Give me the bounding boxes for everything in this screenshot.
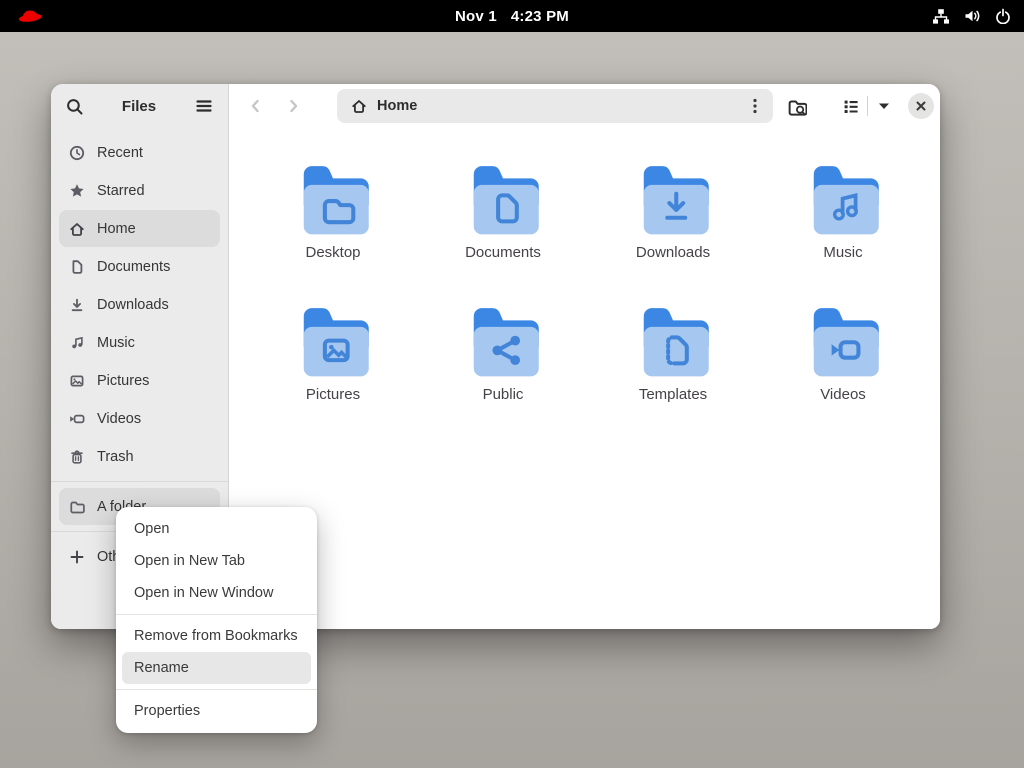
view-toggle-group	[839, 94, 896, 118]
sidebar-item-label: Recent	[97, 145, 143, 161]
folder-name: Pictures	[306, 385, 360, 405]
sidebar-item-documents[interactable]: Documents	[59, 248, 220, 285]
sidebar-item-videos[interactable]: Videos	[59, 400, 220, 437]
sidebar-item-pictures[interactable]: Pictures	[59, 362, 220, 399]
close-window-button[interactable]	[908, 93, 934, 119]
power-icon[interactable]	[994, 7, 1012, 25]
back-button[interactable]	[243, 94, 267, 118]
header-bar: Home	[229, 84, 940, 128]
sidebar-item-label: Downloads	[97, 297, 169, 313]
folder-item-templates[interactable]: Templates	[588, 300, 758, 442]
sidebar-item-trash[interactable]: Trash	[59, 438, 220, 475]
app-title: Files	[83, 98, 195, 115]
view-options-dropdown-button[interactable]	[872, 94, 896, 118]
hamburger-menu-button[interactable]	[195, 97, 213, 115]
folder-name: Desktop	[305, 243, 360, 263]
sidebar-separator	[51, 481, 228, 482]
menu-item-properties[interactable]: Properties	[116, 695, 317, 727]
list-view-button[interactable]	[839, 94, 863, 118]
menu-item-open-in-new-tab[interactable]: Open in New Tab	[116, 545, 317, 577]
folder-item-music[interactable]: Music	[758, 158, 928, 300]
camcorder-icon	[69, 411, 85, 427]
folder-name: Documents	[465, 243, 541, 263]
folder-templates-icon	[634, 300, 712, 378]
sidebar-item-label: Documents	[97, 259, 170, 275]
menu-item-open-in-new-window[interactable]: Open in New Window	[116, 577, 317, 609]
folder-desktop-icon	[294, 158, 372, 236]
search-in-folder-button[interactable]	[785, 94, 809, 118]
forward-button[interactable]	[281, 94, 305, 118]
folder-documents-icon	[464, 158, 542, 236]
path-bar[interactable]: Home	[337, 89, 773, 123]
system-top-bar: Nov 1 4:23 PM	[0, 0, 1024, 32]
folder-name: Public	[483, 385, 524, 405]
menu-item-remove-from-bookmarks[interactable]: Remove from Bookmarks	[116, 620, 317, 652]
folder-public-icon	[464, 300, 542, 378]
trash-icon	[69, 449, 85, 465]
home-icon	[351, 98, 367, 114]
clock-icon	[69, 145, 85, 161]
sidebar-item-label: Trash	[97, 449, 134, 465]
sidebar-item-label: Music	[97, 335, 135, 351]
folder-name: Music	[823, 243, 862, 263]
volume-icon[interactable]	[963, 7, 981, 25]
folder-downloads-icon	[634, 158, 712, 236]
document-icon	[69, 259, 85, 275]
menu-separator	[116, 614, 317, 615]
star-icon	[69, 183, 85, 199]
path-location-label: Home	[377, 98, 743, 114]
clock-date: Nov 1	[455, 8, 497, 25]
search-button[interactable]	[66, 98, 83, 115]
folder-item-desktop[interactable]: Desktop	[248, 158, 418, 300]
sidebar-item-downloads[interactable]: Downloads	[59, 286, 220, 323]
sidebar-item-music[interactable]: Music	[59, 324, 220, 361]
folder-item-public[interactable]: Public	[418, 300, 588, 442]
menu-item-rename[interactable]: Rename	[122, 652, 311, 684]
folder-item-downloads[interactable]: Downloads	[588, 158, 758, 300]
folder-videos-icon	[804, 300, 882, 378]
kebab-menu-button[interactable]	[743, 94, 767, 118]
view-divider	[867, 96, 868, 116]
sidebar-item-starred[interactable]: Starred	[59, 172, 220, 209]
menu-item-open[interactable]: Open	[116, 513, 317, 545]
network-icon[interactable]	[932, 7, 950, 25]
folder-view: Desktop Documents Downloads	[229, 128, 940, 629]
folder-name: Downloads	[636, 243, 710, 263]
menu-separator	[116, 689, 317, 690]
folder-name: Templates	[639, 385, 707, 405]
home-icon	[69, 221, 85, 237]
music-note-icon	[69, 335, 85, 351]
image-icon	[69, 373, 85, 389]
sidebar-item-label: Starred	[97, 183, 145, 199]
folder-item-videos[interactable]: Videos	[758, 300, 928, 442]
plus-icon	[69, 549, 85, 565]
sidebar-header: Files	[51, 84, 228, 128]
sidebar-item-recent[interactable]: Recent	[59, 134, 220, 171]
folder-name: Videos	[820, 385, 866, 405]
bookmark-context-menu: Open Open in New Tab Open in New Window …	[116, 507, 317, 733]
folder-icon	[69, 499, 85, 515]
folder-item-pictures[interactable]: Pictures	[248, 300, 418, 442]
sidebar-item-home[interactable]: Home	[59, 210, 220, 247]
sidebar-item-label: Videos	[97, 411, 141, 427]
sidebar-item-label: Home	[97, 221, 136, 237]
clock-time: 4:23 PM	[511, 8, 569, 25]
download-icon	[69, 297, 85, 313]
clock[interactable]: Nov 1 4:23 PM	[0, 8, 1024, 25]
folder-music-icon	[804, 158, 882, 236]
main-pane: Home Desktop	[229, 84, 940, 629]
sidebar-item-label: Pictures	[97, 373, 149, 389]
folder-pictures-icon	[294, 300, 372, 378]
folder-item-documents[interactable]: Documents	[418, 158, 588, 300]
